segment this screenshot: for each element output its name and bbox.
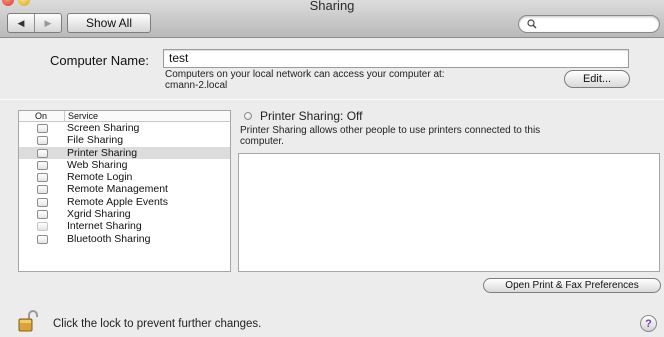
service-checkbox[interactable] <box>37 148 48 158</box>
service-checkbox[interactable] <box>37 185 48 195</box>
service-label: Printer Sharing <box>67 146 138 159</box>
service-checkbox[interactable] <box>37 222 48 232</box>
computer-name-field[interactable]: test <box>163 49 629 68</box>
computer-name-note: Computers on your local network can acce… <box>165 69 545 91</box>
service-status: Printer Sharing: Off <box>260 109 363 123</box>
service-description: Printer Sharing allows other people to u… <box>240 125 640 147</box>
service-label: Bluetooth Sharing <box>67 232 151 245</box>
service-checkbox[interactable] <box>37 160 48 170</box>
help-button[interactable]: ? <box>640 315 657 332</box>
forward-arrow-icon: ▶ <box>44 17 52 28</box>
computer-name-note-line1: Computers on your local network can acce… <box>165 69 445 80</box>
service-row[interactable]: Printer Sharing <box>19 146 230 159</box>
service-label: Web Sharing <box>67 158 128 171</box>
service-checkbox[interactable] <box>37 197 48 207</box>
service-label: File Sharing <box>67 134 124 147</box>
service-checkbox[interactable] <box>37 136 48 146</box>
printer-list[interactable] <box>238 153 660 272</box>
back-arrow-icon: ◀ <box>17 17 25 28</box>
toolbar: Sharing ◀ ▶ Show All <box>0 0 664 38</box>
service-rows: Screen Sharing File Sharing Printer Sharin… <box>19 122 230 245</box>
service-row[interactable]: Web Sharing <box>19 159 230 171</box>
column-header-service[interactable]: Service <box>64 111 98 122</box>
section-divider <box>0 99 664 100</box>
lock-message: Click the lock to prevent further change… <box>53 318 262 330</box>
status-indicator-icon <box>244 112 252 120</box>
service-row[interactable]: Remote Apple Events <box>19 196 230 208</box>
service-list: On Service Screen Sharing File Sharing Pri… <box>18 110 231 272</box>
service-row[interactable]: File Sharing <box>19 134 230 146</box>
service-checkbox[interactable] <box>37 210 48 220</box>
service-checkbox[interactable] <box>37 234 48 244</box>
service-row[interactable]: Screen Sharing <box>19 122 230 134</box>
service-row[interactable]: Xgrid Sharing <box>19 208 230 220</box>
service-label: Screen Sharing <box>67 122 140 134</box>
service-row[interactable]: Remote Management <box>19 183 230 195</box>
computer-name-label: Computer Name: <box>50 53 149 68</box>
service-row[interactable]: Bluetooth Sharing <box>19 233 230 245</box>
service-description-line1: Printer Sharing allows other people to u… <box>240 125 541 136</box>
service-label: Xgrid Sharing <box>67 208 131 221</box>
forward-button[interactable]: ▶ <box>34 14 61 32</box>
show-all-button[interactable]: Show All <box>67 13 151 33</box>
open-print-fax-preferences-button[interactable]: Open Print & Fax Preferences <box>483 278 661 293</box>
computer-local-hostname: cmann-2.local <box>165 80 228 91</box>
window-title: Sharing <box>309 0 355 13</box>
back-button[interactable]: ◀ <box>8 14 34 32</box>
service-row[interactable]: Internet Sharing <box>19 220 230 232</box>
column-header-on[interactable]: On <box>35 111 47 121</box>
sharing-window: Sharing ◀ ▶ Show All Computer Name: test… <box>0 0 664 337</box>
edit-button[interactable]: Edit... <box>564 70 630 88</box>
service-label: Remote Apple Events <box>67 195 168 208</box>
search-icon <box>527 19 537 29</box>
service-checkbox[interactable] <box>37 124 48 133</box>
service-label: Remote Management <box>67 183 168 196</box>
back-forward-control: ◀ ▶ <box>7 13 62 33</box>
help-icon: ? <box>645 317 652 330</box>
search-field[interactable] <box>518 15 660 33</box>
service-label: Remote Login <box>67 171 133 184</box>
service-list-header: On Service <box>19 111 230 122</box>
service-checkbox[interactable] <box>37 173 48 183</box>
lock-open-icon[interactable] <box>17 310 39 332</box>
service-label: Internet Sharing <box>67 220 142 233</box>
service-description-line2: computer. <box>240 136 284 147</box>
service-row[interactable]: Remote Login <box>19 171 230 183</box>
